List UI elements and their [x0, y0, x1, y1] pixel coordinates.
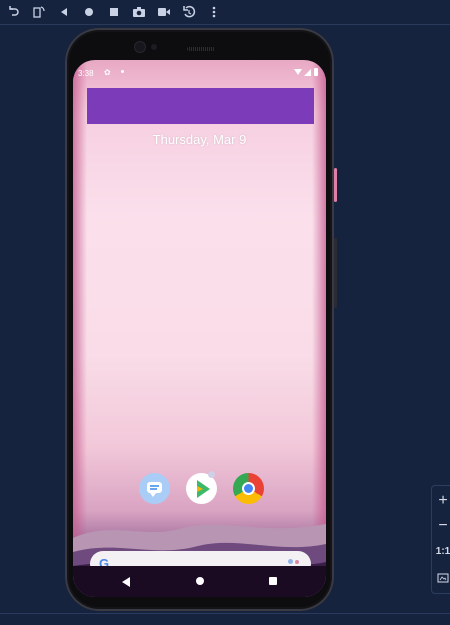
toolbar-divider	[0, 24, 450, 25]
zoom-in-button[interactable]: +	[432, 492, 450, 510]
message-line	[150, 485, 159, 487]
rewind-icon[interactable]	[178, 1, 200, 23]
status-bar: 3:38 ✿	[73, 66, 326, 80]
chrome-center-icon	[244, 484, 253, 493]
overview-icon[interactable]	[103, 1, 125, 23]
battery-icon	[314, 68, 318, 76]
rotate-right-icon[interactable]	[28, 1, 50, 23]
nav-recents-icon[interactable]	[269, 577, 277, 585]
message-line	[150, 488, 157, 490]
rotate-left-icon[interactable]	[3, 1, 25, 23]
more-icon[interactable]	[203, 1, 225, 23]
actual-size-button[interactable]: 1:1	[432, 546, 450, 557]
phone-device: 3:38 ✿ Thursday, Mar 9 G	[65, 28, 337, 611]
earpiece-speaker	[187, 47, 215, 51]
notification-badge	[208, 471, 215, 478]
emulator-toolbar	[0, 0, 450, 24]
volume-rocker[interactable]	[334, 238, 337, 308]
status-time: 3:38	[78, 69, 94, 78]
wifi-icon	[294, 69, 302, 75]
record-icon[interactable]	[153, 1, 175, 23]
messages-app-icon[interactable]	[139, 473, 170, 504]
bottom-divider	[0, 613, 450, 614]
notification-dot-icon	[121, 70, 124, 73]
back-icon[interactable]	[53, 1, 75, 23]
lockscreen-date: Thursday, Mar 9	[152, 132, 247, 147]
cell-signal-icon	[304, 69, 311, 76]
front-camera-icon	[135, 42, 145, 52]
fit-screen-icon[interactable]	[432, 570, 450, 586]
nav-back-icon[interactable]	[122, 577, 130, 587]
power-button[interactable]	[334, 168, 337, 202]
lens-icon[interactable]	[295, 560, 299, 564]
phone-screen[interactable]: 3:38 ✿ Thursday, Mar 9 G	[73, 60, 326, 597]
zoom-panel: + − 1:1	[431, 485, 450, 594]
assistant-icon[interactable]	[288, 559, 293, 564]
nav-home-icon[interactable]	[196, 577, 204, 585]
sensor-icon	[151, 44, 157, 50]
home-icon[interactable]	[78, 1, 100, 23]
purple-banner	[87, 88, 314, 124]
navigation-bar	[73, 566, 326, 597]
settings-gear-icon: ✿	[104, 68, 111, 77]
chrome-app-icon[interactable]	[233, 473, 264, 504]
zoom-out-button[interactable]: −	[432, 517, 450, 535]
screenshot-icon[interactable]	[128, 1, 150, 23]
play-triangle-accent-icon	[197, 486, 203, 492]
